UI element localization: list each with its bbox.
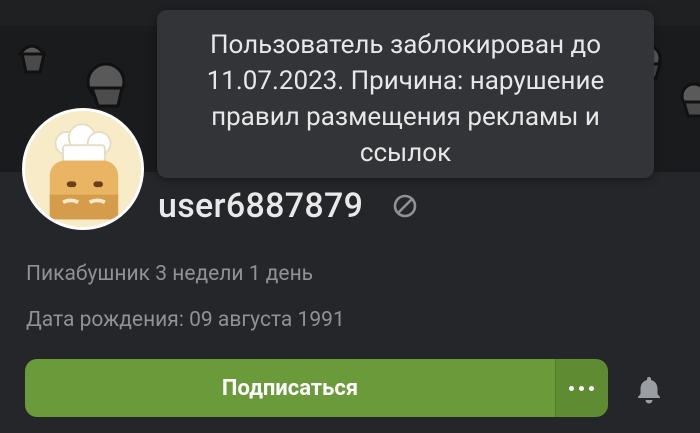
more-dots-icon: [569, 385, 594, 391]
tooltip-line: ссылок: [359, 138, 452, 168]
ban-icon[interactable]: [392, 193, 418, 219]
tooltip-line: правил размещения рекламы и: [211, 102, 600, 132]
bell-icon[interactable]: [633, 373, 665, 405]
tooltip-line: Пользователь заблокирован до: [209, 30, 602, 60]
chef-avatar-icon: [25, 111, 141, 227]
button-divider: [555, 359, 556, 417]
user-rank: Пикабушник 3 недели 1 день: [26, 262, 314, 286]
user-birthdate: Дата рождения: 09 августа 1991: [26, 308, 345, 332]
subscribe-button[interactable]: Подписаться: [25, 359, 555, 417]
username: user6887879: [158, 186, 364, 226]
more-options-button[interactable]: [555, 359, 608, 417]
user-avatar[interactable]: [22, 108, 144, 230]
tooltip-line: 11.07.2023. Причина: нарушение: [206, 66, 605, 96]
ban-tooltip: Пользователь заблокирован до 11.07.2023.…: [157, 10, 654, 178]
